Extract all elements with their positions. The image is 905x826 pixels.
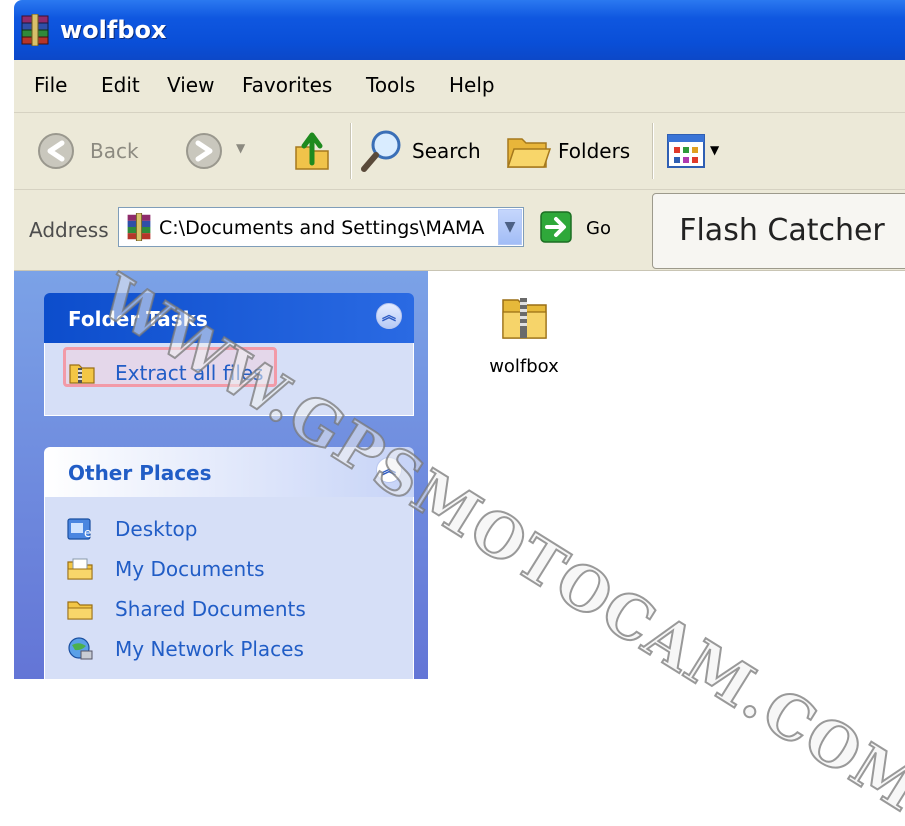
flash-catcher-button[interactable]: Flash Catcher <box>652 193 905 269</box>
place-my-documents[interactable]: My Documents <box>45 549 413 589</box>
winrar-icon <box>127 213 151 241</box>
search-button[interactable]: Search <box>360 113 490 189</box>
folder-tasks-panel: Folder Tasks ︽ Extract all files <box>44 293 414 416</box>
place-label: Desktop <box>115 517 198 541</box>
other-places-title: Other Places <box>68 461 212 485</box>
forward-dropdown-icon[interactable]: ▼ <box>236 141 245 155</box>
folder-tasks-title: Folder Tasks <box>68 307 208 331</box>
views-button[interactable]: ▼ <box>666 113 726 189</box>
menu-edit[interactable]: Edit <box>101 73 140 97</box>
address-input[interactable]: C:\Documents and Settings\MAMA ▼ <box>118 207 524 247</box>
file-name: wolfbox <box>489 356 559 377</box>
folders-icon <box>506 138 552 168</box>
views-icon <box>667 134 705 168</box>
window-title: wolfbox <box>60 16 167 44</box>
zip-extract-icon <box>69 364 95 384</box>
place-shared-documents[interactable]: Shared Documents <box>45 589 413 629</box>
collapse-chevron-icon[interactable]: ︽ <box>376 303 402 329</box>
up-folder-button[interactable] <box>292 113 338 189</box>
place-label: Shared Documents <box>115 597 306 621</box>
svg-text:e: e <box>84 526 91 540</box>
address-value: C:\Documents and Settings\MAMA <box>159 217 485 239</box>
forward-arrow-icon <box>186 133 222 169</box>
my-documents-icon <box>67 558 93 580</box>
search-label: Search <box>412 139 481 163</box>
toolbar-separator <box>350 123 352 179</box>
desktop-icon: e <box>67 518 91 540</box>
go-arrow-icon <box>540 211 572 243</box>
menu-file[interactable]: File <box>34 73 67 97</box>
folders-label: Folders <box>558 139 631 163</box>
forward-button[interactable]: ▼ <box>184 113 274 189</box>
other-places-panel: Other Places ︽ e Desktop My Documents Sh… <box>44 447 414 679</box>
views-dropdown-icon[interactable]: ▼ <box>710 143 719 157</box>
back-button[interactable]: Back <box>34 113 159 189</box>
standard-toolbar: Back ▼ Search Folders ▼ <box>14 113 905 190</box>
back-arrow-icon <box>38 133 74 169</box>
task-pane: Folder Tasks ︽ Extract all files Other P… <box>14 271 428 679</box>
file-item-wolfbox[interactable]: wolfbox <box>474 286 574 386</box>
other-places-header[interactable]: Other Places ︽ <box>44 447 414 497</box>
go-label: Go <box>586 218 611 239</box>
address-dropdown-icon[interactable]: ▼ <box>498 209 522 245</box>
folder-tasks-header[interactable]: Folder Tasks ︽ <box>44 293 414 343</box>
zip-folder-icon <box>502 298 547 339</box>
folder-tasks-body: Extract all files <box>44 343 414 416</box>
menu-tools[interactable]: Tools <box>366 73 415 97</box>
menu-help[interactable]: Help <box>449 73 495 97</box>
other-places-body: e Desktop My Documents Shared Documents … <box>44 497 414 679</box>
menu-view[interactable]: View <box>167 73 214 97</box>
search-icon <box>361 130 401 172</box>
menu-favorites[interactable]: Favorites <box>242 73 332 97</box>
place-label: My Documents <box>115 557 265 581</box>
place-label: My Network Places <box>115 637 304 661</box>
back-label: Back <box>90 139 139 163</box>
network-places-icon <box>68 637 93 660</box>
explorer-window: wolfbox File Edit View Favorites Tools H… <box>14 0 905 679</box>
task-label: Extract all files <box>115 361 264 385</box>
place-desktop[interactable]: e Desktop <box>45 509 413 549</box>
folder-up-icon <box>295 132 329 170</box>
task-extract-all-files[interactable]: Extract all files <box>45 353 413 393</box>
menu-bar: File Edit View Favorites Tools Help <box>14 60 905 113</box>
address-label: Address <box>29 218 109 242</box>
title-bar[interactable]: wolfbox <box>14 0 905 60</box>
winrar-icon <box>21 14 49 46</box>
folders-button[interactable]: Folders <box>506 113 636 189</box>
toolbar-separator <box>652 123 654 179</box>
shared-folder-icon <box>67 601 93 620</box>
collapse-chevron-icon[interactable]: ︽ <box>376 457 402 483</box>
place-my-network-places[interactable]: My Network Places <box>45 629 413 669</box>
